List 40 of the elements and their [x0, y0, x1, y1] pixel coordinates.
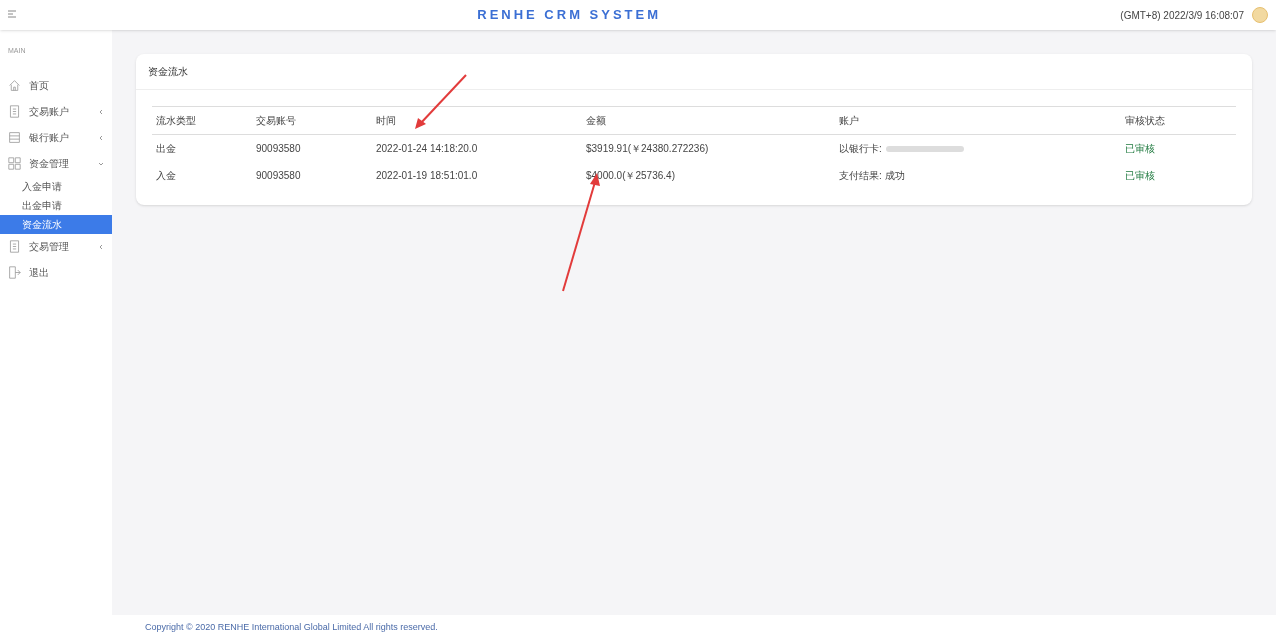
table-cell: 已审核 [1121, 134, 1236, 162]
submenu-item[interactable]: 资金流水 [0, 214, 112, 234]
table-cell: 出金 [152, 134, 252, 162]
submenu-item[interactable]: 出金申请 [0, 195, 112, 215]
table-cell-text: 支付结果: 成功 [838, 169, 906, 183]
table-cell-text: 2022-01-19 18:51:01.0 [375, 169, 479, 183]
clock-text: (GMT+8) 2022/3/9 16:08:07 [1120, 8, 1244, 23]
table-cell: $3919.91(￥24380.272236) [582, 134, 835, 162]
sidebar-item[interactable]: 交易管理 [0, 233, 112, 260]
column-header: 审核状态 [1121, 106, 1236, 135]
column-header: 交易账号 [252, 106, 372, 135]
sidebar-item[interactable]: 资金管理 [0, 150, 112, 177]
sidebar-item[interactable]: 退出 [0, 259, 112, 286]
table-cell-text: 以银行卡: [839, 142, 882, 156]
submenu-item[interactable]: 入金申请 [0, 176, 112, 196]
sidebar-item[interactable]: 首页 [0, 72, 112, 99]
column-header: 流水类型 [152, 106, 252, 135]
app-title: RENHE CRM SYSTEM [477, 6, 662, 25]
home-icon [8, 79, 21, 92]
document-icon [8, 240, 21, 253]
copyright-text: Copyright © 2020 RENHE International Global Limited All rights reserved. [145, 621, 438, 635]
table-cell-text: 90093580 [255, 169, 302, 183]
menu-icon[interactable] [8, 10, 18, 20]
column-header: 金额 [582, 106, 835, 135]
sidebar-item[interactable]: 银行账户 [0, 124, 112, 151]
annotation-arrow [414, 74, 468, 130]
document-icon [8, 105, 21, 118]
grid-icon [8, 157, 21, 170]
exit-icon [8, 266, 21, 279]
sidebar-item[interactable]: 交易账户 [0, 98, 112, 125]
column-header: 时间 [372, 106, 582, 135]
card-title: 资金流水 [136, 54, 1252, 90]
column-header: 账户 [835, 106, 1121, 135]
table-cell: 2022-01-24 14:18:20.0 [372, 134, 582, 162]
avatar[interactable] [1252, 7, 1268, 23]
list-icon [8, 131, 21, 144]
table-cell-text: $4000.0(￥25736.4) [585, 169, 676, 183]
table-cell-text: 已审核 [1124, 169, 1156, 183]
table-cell-text: 入金 [155, 169, 177, 183]
table-cell: 90093580 [252, 134, 372, 162]
